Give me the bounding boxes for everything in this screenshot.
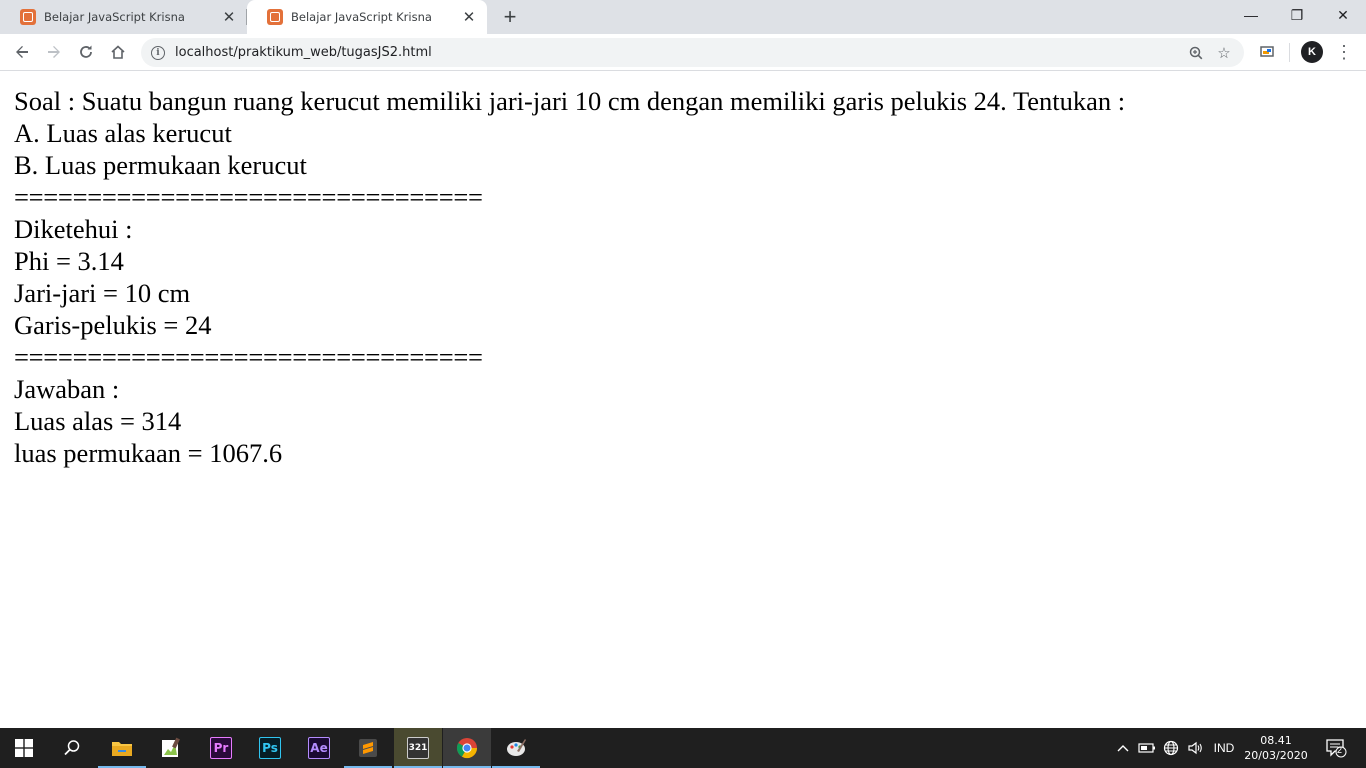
- system-clock[interactable]: 08.41 20/03/2020: [1240, 728, 1312, 768]
- paint-palette-icon: [507, 739, 526, 756]
- known-slant-height: Garis-pelukis = 24: [14, 310, 212, 340]
- network-globe-icon[interactable]: [1160, 728, 1182, 768]
- answer-surface-area: luas permukaan = 1067.6: [14, 438, 283, 468]
- notepad-plus-button[interactable]: [147, 728, 195, 768]
- reload-icon: [80, 45, 92, 58]
- reload-button[interactable]: [72, 38, 100, 66]
- cast-icon: [1260, 46, 1274, 57]
- photoshop-button[interactable]: Ps: [246, 728, 294, 768]
- cast-button[interactable]: [1253, 38, 1281, 66]
- question-line: Soal : Suatu bangun ruang kerucut memili…: [14, 86, 1126, 116]
- chrome-icon: [456, 738, 478, 759]
- after-effects-icon: Ae: [308, 737, 330, 759]
- page-content: Soal : Suatu bangun ruang kerucut memili…: [14, 85, 1125, 469]
- home-icon: [111, 45, 125, 59]
- close-window-button[interactable]: ✕: [1320, 0, 1366, 30]
- clock-time: 08.41: [1260, 734, 1292, 747]
- notification-center-button[interactable]: 2: [1318, 728, 1354, 768]
- sublime-text-icon: [359, 739, 377, 757]
- language-indicator[interactable]: IND: [1208, 728, 1240, 768]
- tab-1[interactable]: Belajar JavaScript Krisna ✕: [0, 0, 247, 34]
- new-tab-button[interactable]: +: [498, 4, 522, 29]
- bookmark-star-icon[interactable]: ☆: [1210, 39, 1238, 67]
- question-part-b: B. Luas permukaan kerucut: [14, 150, 307, 180]
- minimize-button[interactable]: —: [1228, 0, 1274, 30]
- file-explorer-button[interactable]: [98, 728, 146, 768]
- more-menu-icon[interactable]: ⋮: [1332, 38, 1356, 66]
- xampp-favicon-icon: [20, 9, 36, 25]
- answer-heading: Jawaban :: [14, 374, 120, 404]
- tab-title: Belajar JavaScript Krisna: [44, 10, 185, 24]
- tab-close-icon[interactable]: ✕: [461, 9, 477, 26]
- battery-icon[interactable]: [1136, 728, 1158, 768]
- windows-taskbar: Pr Ps Ae 321 IND 08.41 20/03/2020 2: [0, 728, 1366, 768]
- toolbar-divider: [1289, 43, 1290, 62]
- premiere-pro-icon: Pr: [210, 737, 232, 759]
- info-icon[interactable]: i: [151, 45, 165, 60]
- notification-icon: [1326, 739, 1347, 758]
- clock-date: 20/03/2020: [1244, 749, 1308, 762]
- chrome-button[interactable]: [443, 728, 491, 768]
- home-button[interactable]: [104, 38, 132, 66]
- media-player-icon: 321: [407, 737, 429, 759]
- tab-title: Belajar JavaScript Krisna: [291, 10, 432, 24]
- forward-button[interactable]: [40, 38, 68, 66]
- known-phi: Phi = 3.14: [14, 246, 124, 276]
- volume-icon[interactable]: [1184, 728, 1206, 768]
- notification-count: 2: [1337, 745, 1343, 755]
- restore-button[interactable]: ❐: [1274, 0, 1320, 30]
- tab-close-icon[interactable]: ✕: [221, 9, 237, 26]
- start-button[interactable]: [0, 728, 48, 768]
- profile-avatar[interactable]: K: [1301, 41, 1323, 63]
- paint-button[interactable]: [492, 728, 540, 768]
- search-icon: [64, 740, 80, 756]
- tab-2[interactable]: Belajar JavaScript Krisna ✕: [247, 0, 487, 34]
- sublime-text-button[interactable]: [344, 728, 392, 768]
- separator-line: ================================: [14, 342, 483, 372]
- known-heading: Diketehui :: [14, 214, 133, 244]
- search-button[interactable]: [48, 728, 96, 768]
- address-bar[interactable]: i localhost/praktikum_web/tugasJS2.html …: [141, 38, 1244, 67]
- answer-base-area: Luas alas = 314: [14, 406, 182, 436]
- folder-icon: [112, 742, 132, 756]
- notepad-plus-icon: [162, 737, 180, 757]
- known-radius: Jari-jari = 10 cm: [14, 278, 191, 308]
- media-player-button[interactable]: 321: [394, 728, 442, 768]
- browser-toolbar: i localhost/praktikum_web/tugasJS2.html …: [0, 34, 1366, 71]
- zoom-icon[interactable]: [1182, 39, 1210, 67]
- arrow-right-icon: [48, 46, 60, 58]
- premiere-pro-button[interactable]: Pr: [197, 728, 245, 768]
- url-text[interactable]: localhost/praktikum_web/tugasJS2.html: [175, 45, 1182, 60]
- back-button[interactable]: [8, 38, 36, 66]
- photoshop-icon: Ps: [259, 737, 281, 759]
- arrow-left-icon: [16, 46, 28, 58]
- windows-logo-icon: [15, 739, 33, 757]
- after-effects-button[interactable]: Ae: [295, 728, 343, 768]
- xampp-favicon-icon: [267, 9, 283, 25]
- chevron-up-icon[interactable]: [1113, 728, 1133, 768]
- question-part-a: A. Luas alas kerucut: [14, 118, 232, 148]
- tab-strip: Belajar JavaScript Krisna ✕ Belajar Java…: [0, 0, 1366, 34]
- separator-line: ================================: [14, 182, 483, 212]
